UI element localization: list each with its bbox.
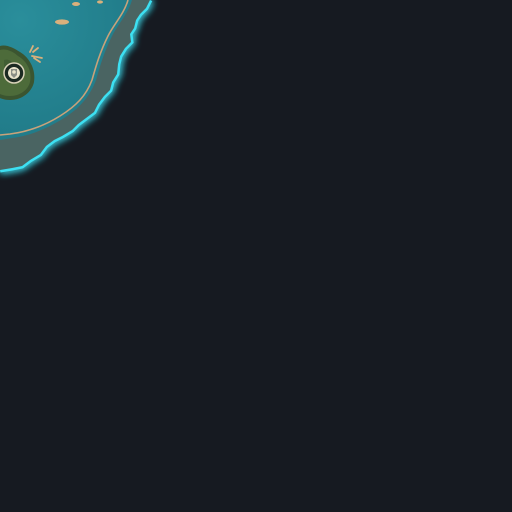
teleport-waypoint-icon[interactable] [3, 62, 25, 84]
sand-islet-icon [55, 19, 69, 25]
sand-islet-icon [72, 2, 80, 6]
sand-islet-icon [97, 0, 103, 4]
map-viewport[interactable] [0, 0, 512, 512]
world-map[interactable] [0, 0, 512, 512]
